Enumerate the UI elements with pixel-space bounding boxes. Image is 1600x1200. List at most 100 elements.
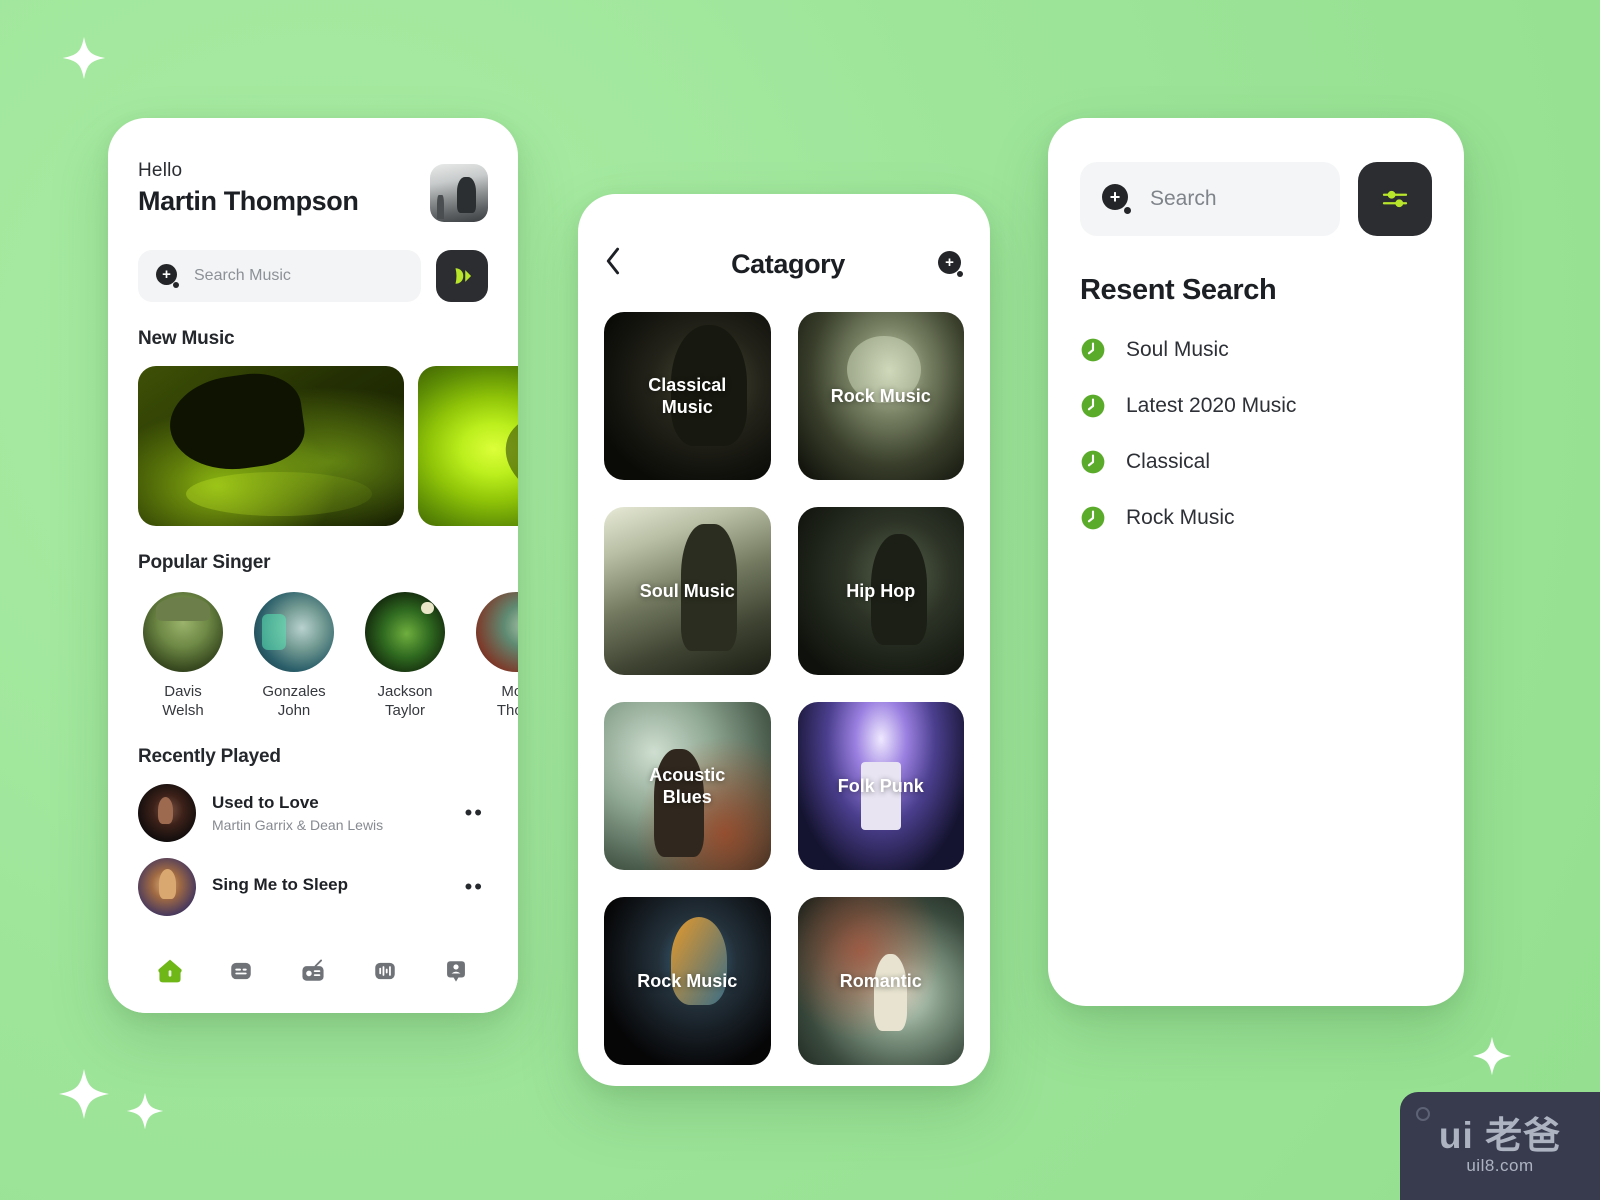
recent-search-item[interactable]: Classical: [1080, 449, 1432, 475]
category-card[interactable]: Romantic: [797, 897, 964, 1065]
track-title: Used to Love: [212, 793, 319, 813]
watermark-main-text: ui 老爸: [1438, 1114, 1562, 1156]
singer-avatar: [254, 592, 334, 672]
tab-home[interactable]: [155, 956, 185, 986]
singer-name: Jackson Taylor: [360, 682, 450, 720]
recently-played-row[interactable]: Used to Love Martin Garrix & Dean Lewis …: [138, 784, 488, 843]
home-search-row: + Search Music: [138, 250, 488, 302]
recent-search-item[interactable]: Latest 2020 Music: [1080, 393, 1432, 419]
track-artwork: [138, 784, 196, 843]
tab-playlist[interactable]: [226, 956, 256, 986]
popular-singer-list: Davis Welsh Gonzales John Jackson Taylor: [138, 592, 518, 720]
recent-search-item[interactable]: Rock Music: [1080, 505, 1432, 531]
search-icon: +: [156, 264, 180, 288]
bottom-tab-bar: [108, 929, 518, 1013]
singer-name-line1: Jackson: [377, 683, 433, 700]
sparkle-decoration-bottom-left-large: [58, 1068, 110, 1120]
section-title-new-music: New Music: [138, 328, 235, 349]
recent-search-label: Rock Music: [1126, 506, 1235, 529]
section-title-recently-played: Recently Played: [138, 746, 281, 768]
singer-name-line2: John: [277, 702, 311, 720]
category-label: Soul Music: [639, 580, 735, 601]
playlist-icon: [231, 962, 252, 980]
category-card[interactable]: Hip Hop: [797, 507, 964, 675]
singer-name-line1: Moo: [501, 683, 518, 700]
radio-icon: [302, 959, 324, 981]
play-icon: [455, 268, 472, 284]
new-music-list: [138, 366, 518, 526]
watermark-dot-icon: [1416, 1107, 1430, 1121]
singer-name-line1: Davis: [164, 683, 202, 700]
singer-item[interactable]: Davis Welsh: [138, 592, 228, 720]
search-placeholder: Search: [1150, 187, 1217, 210]
back-button[interactable]: [604, 246, 638, 282]
tab-radio[interactable]: [298, 956, 328, 986]
singer-name-line2: Taylor: [384, 702, 425, 720]
category-label: Rock Music: [830, 385, 931, 406]
category-label: Romantic: [839, 970, 922, 991]
new-music-card[interactable]: [418, 366, 518, 526]
category-card[interactable]: Rock Music: [797, 312, 964, 480]
category-label: Hip Hop: [846, 580, 916, 601]
new-music-card[interactable]: [138, 366, 404, 526]
search-input[interactable]: + Search: [1080, 162, 1340, 236]
singer-name-line2: Thom: [496, 702, 518, 720]
greeting-label: Hello: [138, 160, 183, 181]
play-button[interactable]: [436, 250, 488, 302]
category-card[interactable]: Classical Music: [604, 312, 771, 480]
singer-item[interactable]: Gonzales John: [249, 592, 339, 720]
recent-search-label: Latest 2020 Music: [1126, 394, 1297, 417]
track-artwork: [138, 858, 196, 917]
category-label: Rock Music: [637, 970, 738, 991]
profile-icon: [447, 961, 466, 982]
filter-sliders-icon: [1382, 190, 1408, 208]
sparkle-decoration-top-left: [62, 36, 106, 80]
chevron-left-icon: [606, 247, 620, 275]
tab-profile[interactable]: [441, 956, 471, 986]
singer-name: Gonzales John: [249, 682, 339, 720]
singer-name: Davis Welsh: [138, 682, 228, 720]
category-card[interactable]: Acoustic Blues: [604, 702, 771, 870]
sparkle-decoration-bottom-left-small: [126, 1092, 164, 1130]
phone-screen-category: Catagory + Classical Music Rock Music So…: [578, 194, 990, 1086]
singer-item[interactable]: Jackson Taylor: [360, 592, 450, 720]
category-header: Catagory +: [604, 246, 964, 282]
category-card[interactable]: Folk Punk: [797, 702, 964, 870]
search-icon[interactable]: +: [938, 251, 964, 277]
singer-avatar: [476, 592, 518, 672]
section-title-popular-singer: Popular Singer: [138, 552, 271, 573]
singer-name-line2: Welsh: [162, 702, 204, 720]
category-label: Acoustic Blues: [649, 764, 726, 808]
recent-search-title: Resent Search: [1080, 274, 1277, 306]
search-header: + Search: [1080, 162, 1432, 236]
avatar[interactable]: [430, 164, 488, 222]
recently-played-row[interactable]: Sing Me to Sleep ••: [138, 858, 488, 917]
recent-search-item[interactable]: Soul Music: [1080, 337, 1432, 363]
clock-icon: [1081, 394, 1105, 418]
track-more-icon[interactable]: ••: [465, 802, 488, 824]
clock-icon: [1081, 338, 1105, 362]
home-header: Hello Martin Thompson: [138, 160, 488, 222]
search-icon: +: [1102, 184, 1132, 214]
watermark: ui 老爸 uil8.com: [1400, 1092, 1600, 1200]
category-label: Folk Punk: [837, 775, 924, 796]
track-title: Sing Me to Sleep: [212, 875, 349, 895]
phone-screen-home: Hello Martin Thompson + Search Music New…: [108, 118, 518, 1013]
home-icon: [158, 959, 182, 983]
category-card[interactable]: Rock Music: [604, 897, 771, 1065]
singer-item[interactable]: Moo Thom: [471, 592, 518, 720]
filter-button[interactable]: [1358, 162, 1432, 236]
category-card[interactable]: Soul Music: [604, 507, 771, 675]
track-more-icon[interactable]: ••: [465, 876, 488, 898]
phone-screen-search: + Search Resent Search Soul Music Latest…: [1048, 118, 1464, 1006]
recent-search-label: Soul Music: [1126, 338, 1229, 361]
user-name: Martin Thompson: [138, 186, 359, 216]
singer-avatar: [143, 592, 223, 672]
tab-equalizer[interactable]: [370, 956, 400, 986]
singer-avatar: [365, 592, 445, 672]
clock-icon: [1081, 506, 1105, 530]
recent-search-label: Classical: [1126, 450, 1211, 473]
search-input[interactable]: + Search Music: [138, 250, 421, 302]
watermark-sub-text: uil8.com: [1466, 1155, 1534, 1175]
category-grid: Classical Music Rock Music Soul Music Hi…: [604, 312, 964, 1065]
